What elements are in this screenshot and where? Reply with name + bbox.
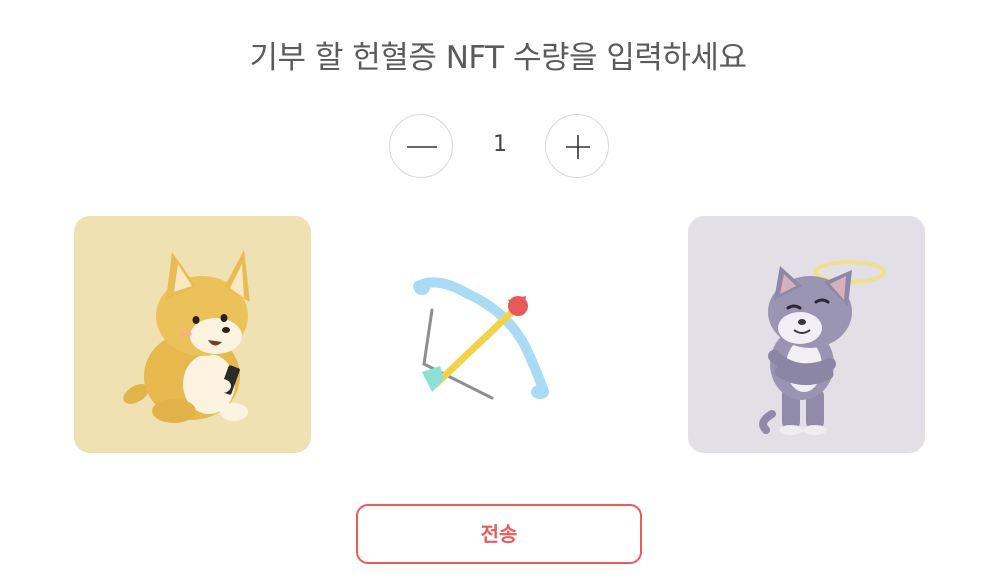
quantity-value: 1 xyxy=(493,132,507,157)
shiba-dog-illustration xyxy=(123,250,250,423)
angel-cat-illustration xyxy=(759,260,886,435)
send-button[interactable]: 전송 xyxy=(356,504,642,564)
decrement-button[interactable] xyxy=(389,114,453,178)
recipient-nft-card[interactable] xyxy=(688,216,925,453)
bow-and-arrow-icon xyxy=(413,277,549,400)
increment-button[interactable] xyxy=(545,114,609,178)
page-title: 기부 할 헌혈증 NFT 수량을 입력하세요 xyxy=(249,40,747,76)
donation-quantity-page: 기부 할 헌혈증 NFT 수량을 입력하세요 1 전송 xyxy=(0,0,996,588)
plus-icon xyxy=(566,135,590,159)
minus-icon xyxy=(407,146,437,148)
sender-nft-card[interactable] xyxy=(74,216,311,453)
